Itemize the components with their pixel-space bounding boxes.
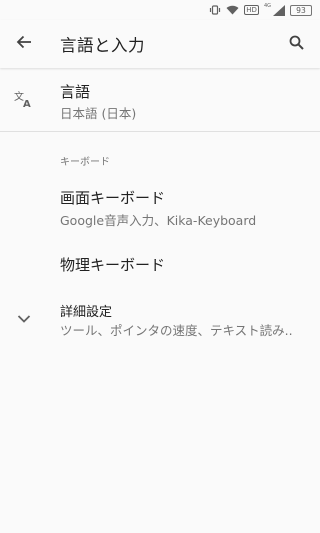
back-button[interactable] xyxy=(0,20,48,68)
advanced-setting[interactable]: 詳細設定 ツール、ポインタの速度、テキスト読み.. xyxy=(0,292,320,344)
svg-text:A: A xyxy=(23,99,31,108)
vibrate-icon xyxy=(209,5,221,15)
chevron-down-icon xyxy=(12,307,36,331)
virtual-keyboard-title: 画面キーボード xyxy=(60,189,166,207)
physical-keyboard-setting[interactable]: 物理キーボード xyxy=(0,240,320,288)
page-title: 言語と入力 xyxy=(60,36,145,55)
app-bar: 言語と入力 xyxy=(0,20,320,68)
translate-icon: 文 A xyxy=(12,87,36,111)
search-button[interactable] xyxy=(280,20,312,68)
language-summary: 日本語 (日本) xyxy=(60,106,137,121)
keyboard-category-header: キーボード xyxy=(60,157,110,168)
advanced-title: 詳細設定 xyxy=(60,305,113,320)
arrow-back-icon xyxy=(16,34,32,54)
signal-icon xyxy=(273,4,285,16)
status-bar: HD 4G 93 xyxy=(0,0,320,20)
wifi-icon xyxy=(226,5,239,15)
lte-label: 4G xyxy=(263,3,271,9)
virtual-keyboard-summary: Google音声入力、Kika-Keyboard xyxy=(60,213,257,228)
virtual-keyboard-setting[interactable]: 画面キーボード Google音声入力、Kika-Keyboard xyxy=(0,178,320,234)
search-icon xyxy=(289,35,304,54)
hd-badge: HD xyxy=(244,5,259,15)
language-title: 言語 xyxy=(60,83,91,101)
section-divider xyxy=(0,131,320,132)
battery-indicator: 93 xyxy=(290,4,312,16)
advanced-summary: ツール、ポインタの速度、テキスト読み.. xyxy=(60,323,293,338)
physical-keyboard-title: 物理キーボード xyxy=(60,256,166,274)
language-setting[interactable]: 文 A 言語 日本語 (日本) xyxy=(0,70,320,130)
